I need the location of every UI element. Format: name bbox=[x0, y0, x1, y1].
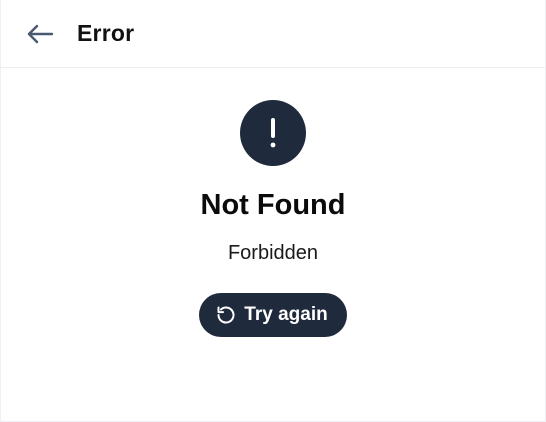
error-message: Forbidden bbox=[227, 242, 319, 264]
error-content: Not Found Forbidden Try again bbox=[1, 68, 545, 337]
error-badge bbox=[240, 100, 306, 166]
page-title: Error bbox=[77, 20, 135, 46]
try-again-label: Try again bbox=[244, 304, 328, 325]
exclamation-icon bbox=[269, 116, 277, 150]
app-header: Error bbox=[1, 0, 545, 68]
error-screen: Error Not Found Forbidden Try again bbox=[0, 0, 546, 422]
arrow-left-icon bbox=[26, 23, 54, 45]
back-button[interactable] bbox=[25, 19, 55, 49]
try-again-button[interactable]: Try again bbox=[199, 293, 347, 337]
error-title: Not Found bbox=[200, 189, 346, 221]
rotate-ccw-icon bbox=[216, 305, 236, 325]
